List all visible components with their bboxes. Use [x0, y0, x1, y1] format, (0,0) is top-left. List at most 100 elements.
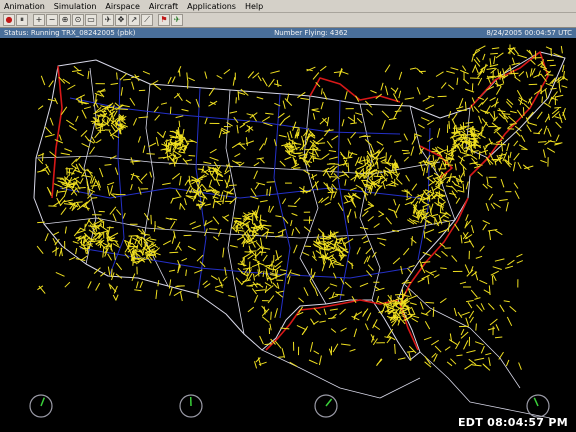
aircraft-marker[interactable]: [176, 148, 184, 150]
aircraft-marker[interactable]: [102, 247, 105, 258]
aircraft-marker[interactable]: [478, 115, 482, 124]
aircraft-marker[interactable]: [520, 134, 526, 143]
zoom-out-button[interactable]: −: [46, 14, 58, 26]
aircraft-marker[interactable]: [274, 340, 282, 349]
aircraft-marker[interactable]: [179, 175, 182, 186]
aircraft-marker[interactable]: [558, 85, 562, 93]
aircraft-marker[interactable]: [397, 102, 404, 111]
aircraft-marker[interactable]: [84, 223, 86, 231]
aircraft-marker[interactable]: [554, 106, 562, 109]
aircraft-marker[interactable]: [365, 247, 372, 255]
aircraft-marker[interactable]: [456, 77, 459, 85]
aircraft-marker[interactable]: [542, 149, 546, 158]
aircraft-marker[interactable]: [323, 182, 330, 189]
aircraft-marker[interactable]: [109, 232, 119, 239]
aircraft-marker[interactable]: [274, 308, 278, 318]
aircraft-marker[interactable]: [479, 245, 485, 252]
aircraft-marker[interactable]: [494, 258, 505, 262]
aircraft-marker[interactable]: [301, 326, 309, 336]
aircraft-marker[interactable]: [422, 97, 430, 102]
aircraft-marker[interactable]: [171, 234, 176, 244]
aircraft-marker[interactable]: [95, 139, 102, 144]
aircraft-marker[interactable]: [341, 170, 350, 178]
aircraft-marker[interactable]: [490, 270, 499, 276]
aircraft-marker[interactable]: [506, 316, 513, 327]
aircraft-marker[interactable]: [216, 74, 223, 79]
aircraft-marker[interactable]: [255, 289, 266, 292]
aircraft-marker[interactable]: [469, 316, 474, 323]
aircraft-marker[interactable]: [491, 47, 500, 50]
aircraft-marker[interactable]: [90, 197, 98, 199]
aircraft-marker[interactable]: [432, 306, 435, 317]
aircraft-marker[interactable]: [72, 69, 82, 72]
aircraft-marker[interactable]: [86, 179, 88, 187]
aircraft-marker[interactable]: [223, 214, 230, 219]
aircraft-marker[interactable]: [268, 205, 271, 213]
aircraft-marker[interactable]: [201, 184, 207, 190]
aircraft-marker[interactable]: [204, 220, 207, 227]
aircraft-marker[interactable]: [442, 214, 450, 219]
aircraft-marker[interactable]: [393, 140, 402, 143]
aircraft-marker[interactable]: [64, 148, 73, 152]
aircraft-marker[interactable]: [175, 285, 182, 288]
aircraft-marker[interactable]: [425, 237, 432, 243]
aircraft-marker[interactable]: [409, 302, 417, 306]
aircraft-marker[interactable]: [107, 185, 111, 196]
aircraft-marker[interactable]: [463, 154, 470, 157]
aircraft-marker[interactable]: [469, 154, 478, 160]
aircraft-marker[interactable]: [356, 117, 363, 124]
aircraft-marker[interactable]: [354, 211, 357, 219]
aircraft-marker[interactable]: [405, 281, 412, 284]
aircraft-marker[interactable]: [555, 121, 562, 129]
aircraft-marker[interactable]: [293, 244, 298, 254]
aircraft-marker[interactable]: [487, 302, 495, 310]
aircraft-marker[interactable]: [373, 223, 380, 228]
aircraft-marker[interactable]: [104, 164, 112, 166]
aircraft-marker[interactable]: [419, 301, 424, 310]
aircraft-marker[interactable]: [355, 184, 364, 190]
aircraft-marker[interactable]: [73, 65, 80, 72]
aircraft-marker[interactable]: [122, 212, 126, 219]
aircraft-marker[interactable]: [515, 131, 521, 137]
aircraft-marker[interactable]: [109, 185, 114, 194]
aircraft-marker[interactable]: [245, 137, 248, 146]
aircraft-marker[interactable]: [323, 308, 327, 315]
aircraft-marker[interactable]: [376, 237, 387, 241]
aircraft-marker[interactable]: [470, 289, 478, 298]
aircraft-marker[interactable]: [482, 224, 487, 231]
aircraft-marker[interactable]: [555, 94, 564, 98]
aircraft-marker[interactable]: [435, 71, 444, 77]
aircraft-marker[interactable]: [303, 169, 311, 175]
aircraft-marker[interactable]: [268, 268, 277, 271]
aircraft-marker[interactable]: [157, 280, 160, 287]
aircraft-marker[interactable]: [484, 143, 489, 150]
aircraft-marker[interactable]: [508, 72, 519, 75]
aircraft-marker[interactable]: [90, 185, 97, 187]
aircraft-marker[interactable]: [232, 77, 236, 86]
aircraft-marker[interactable]: [257, 269, 260, 277]
aircraft-marker[interactable]: [550, 47, 552, 57]
aircraft-marker[interactable]: [75, 115, 79, 122]
aircraft-marker[interactable]: [550, 87, 557, 90]
aircraft-marker[interactable]: [349, 152, 358, 156]
aircraft-marker[interactable]: [253, 273, 255, 281]
aircraft-marker[interactable]: [201, 192, 208, 200]
aircraft-marker[interactable]: [78, 163, 85, 171]
aircraft-marker[interactable]: [139, 281, 144, 288]
aircraft-marker[interactable]: [453, 307, 457, 317]
aircraft-marker[interactable]: [312, 72, 320, 80]
aircraft-marker[interactable]: [209, 148, 217, 154]
aircraft-marker[interactable]: [549, 64, 556, 67]
aircraft-marker[interactable]: [440, 82, 447, 89]
aircraft-marker[interactable]: [137, 136, 141, 143]
aircraft-marker[interactable]: [454, 223, 460, 232]
aircraft-marker[interactable]: [339, 308, 346, 315]
aircraft-marker[interactable]: [260, 219, 267, 222]
menu-animation[interactable]: Animation: [4, 2, 45, 11]
aircraft-marker[interactable]: [482, 220, 491, 225]
aircraft-marker[interactable]: [146, 153, 155, 155]
aircraft-marker[interactable]: [523, 102, 530, 110]
aircraft-marker[interactable]: [441, 250, 448, 257]
aircraft-marker[interactable]: [80, 239, 83, 246]
aircraft-marker[interactable]: [37, 221, 45, 224]
